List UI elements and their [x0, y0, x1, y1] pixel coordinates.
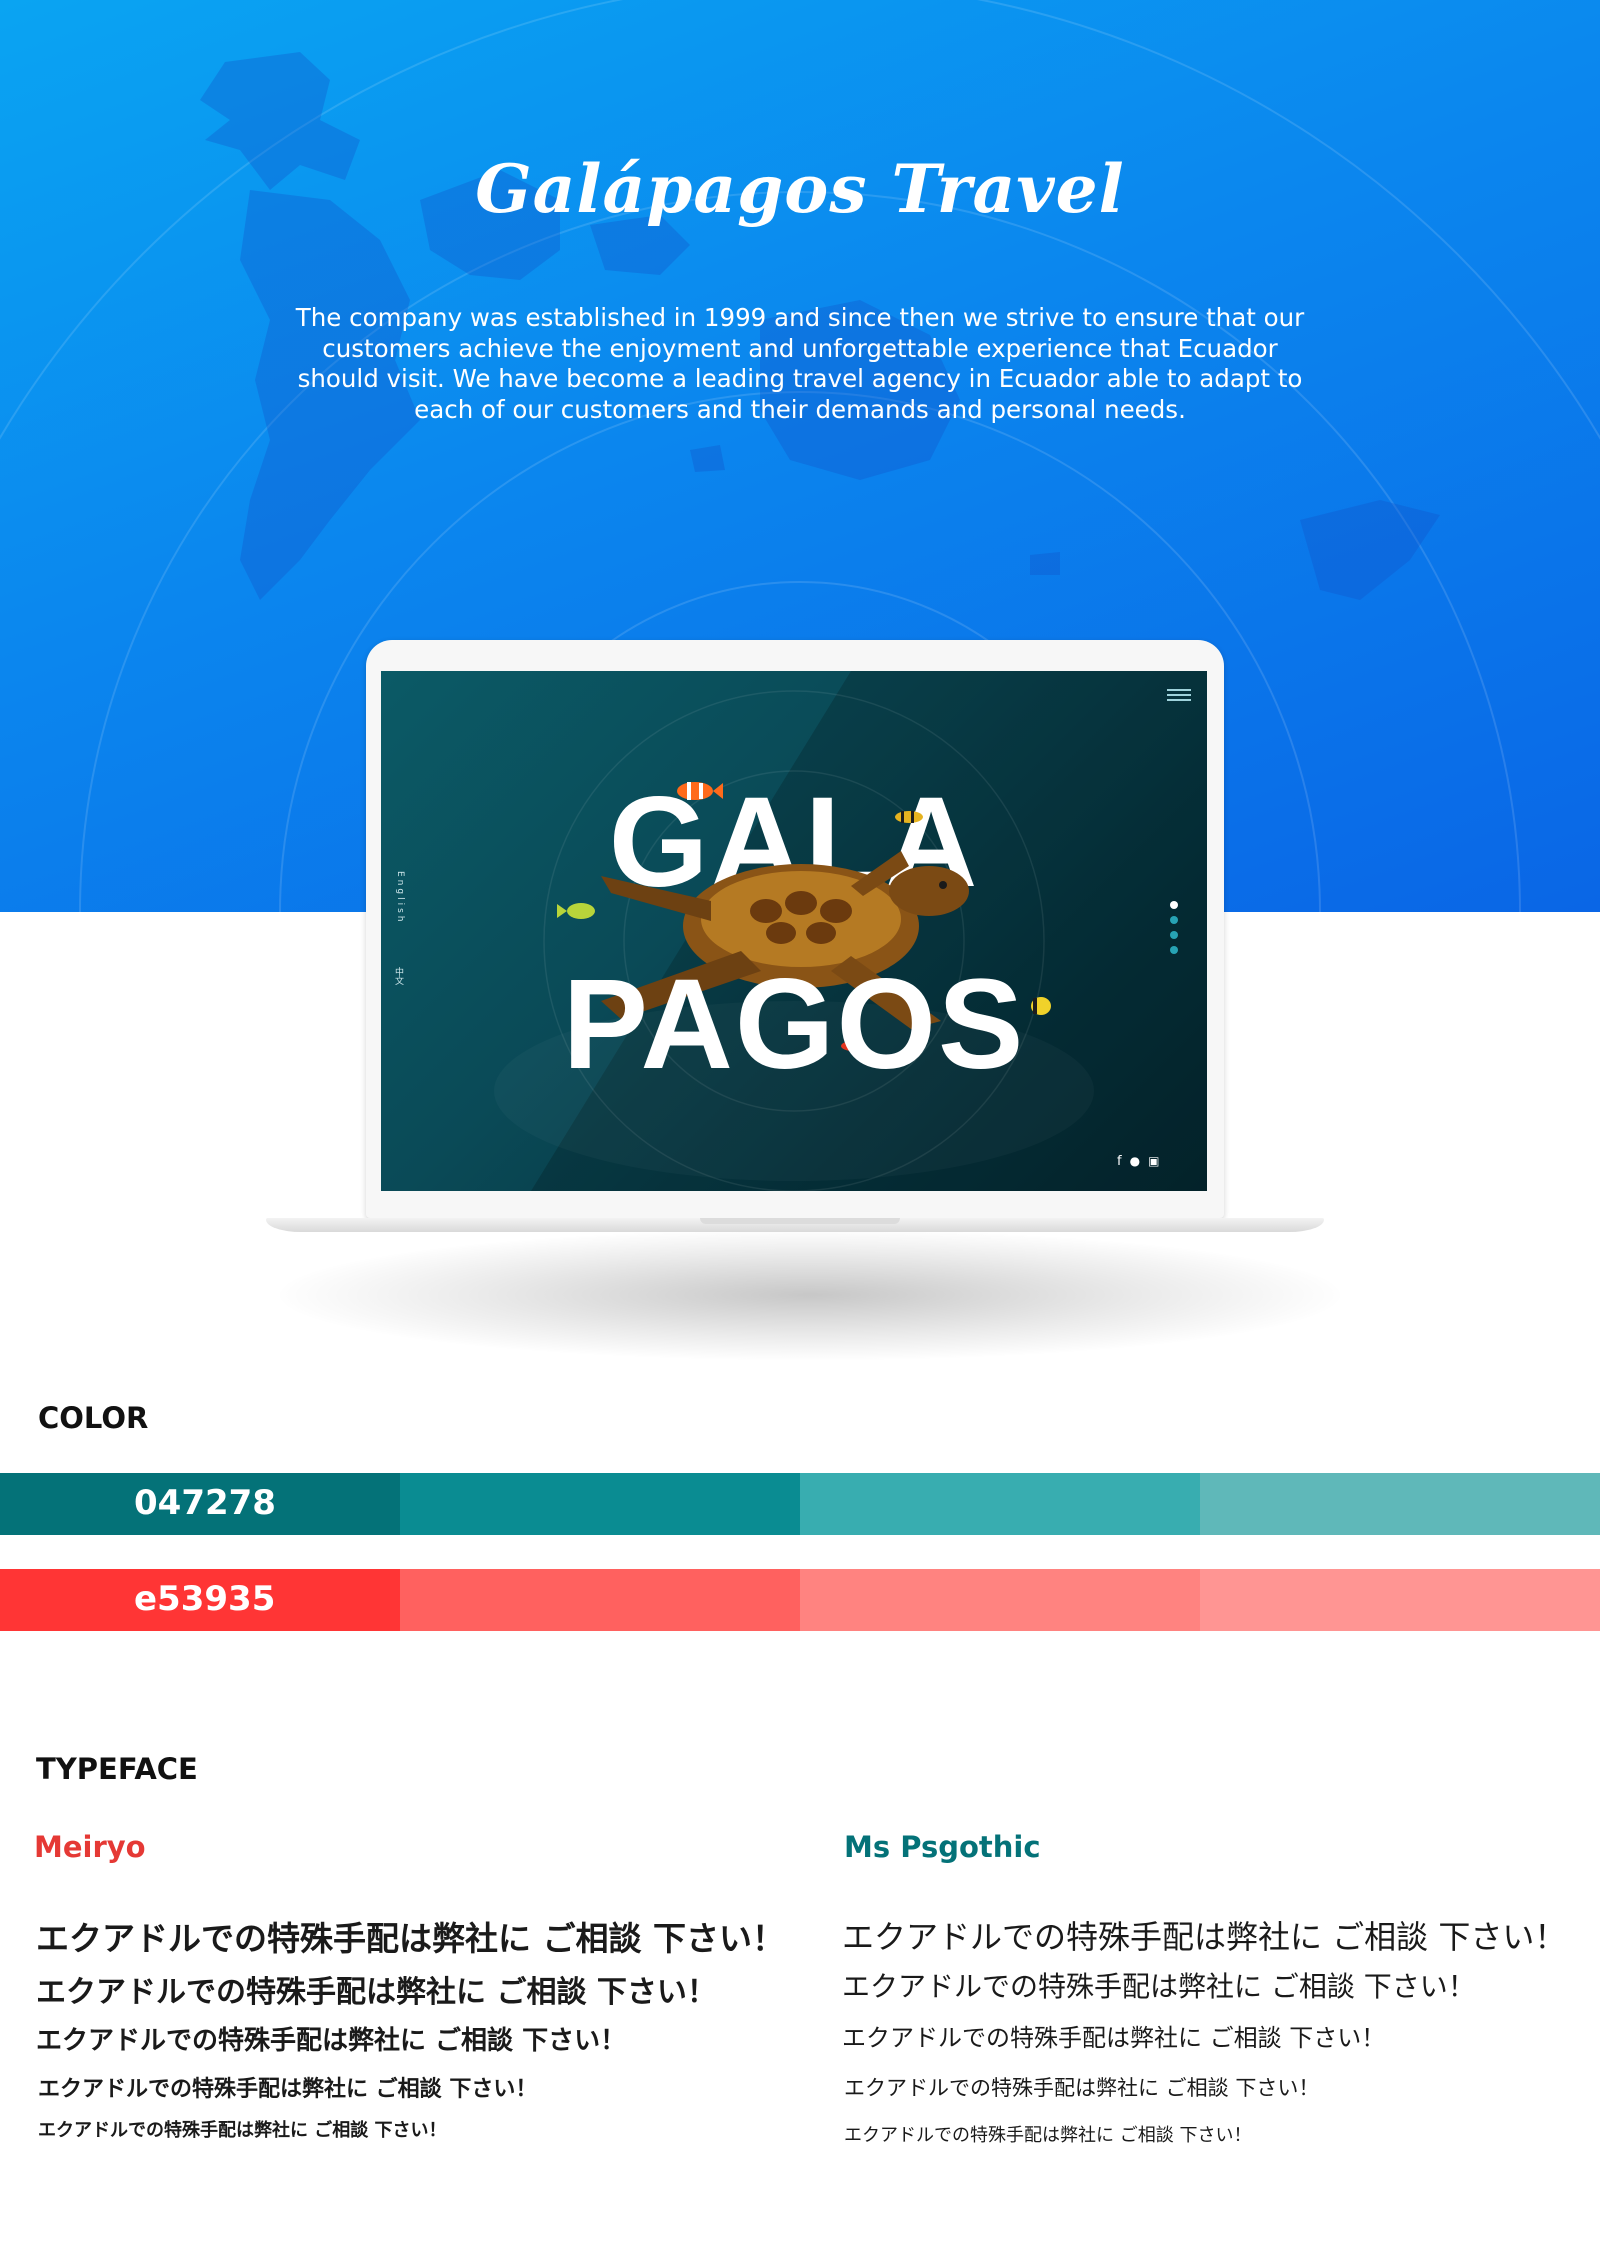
ms-psgothic-sample-2: エクアドルでの特殊手配は弊社に ご相談 下さい！ [842, 1970, 1476, 2003]
twitter-icon[interactable]: ● [1130, 1154, 1140, 1168]
slide-dot-1[interactable] [1170, 901, 1178, 909]
meiryo-sample-2: エクアドルでの特殊手配は弊社に ご相談 下さい！ [36, 1975, 717, 2010]
red-palette: e53935 [0, 1569, 1600, 1631]
teal-hex-label: 047278 [134, 1483, 276, 1523]
laptop-shadow [280, 1230, 1340, 1360]
website-preview-screen: GALA PAGOS English 中文 f ● ▣ [381, 671, 1207, 1191]
headline-pagos: PAGOS [562, 953, 1026, 1096]
ms-psgothic-font-name: Ms Psgothic [844, 1830, 1041, 1864]
company-description: The company was established in 1999 and … [295, 303, 1305, 424]
meiryo-sample-5: エクアドルでの特殊手配は弊社に ご相談 下さい！ [38, 2120, 447, 2141]
hamburger-menu-icon[interactable] [1167, 689, 1191, 703]
brand-title: Galápagos Travel [475, 150, 1125, 228]
red-swatch-1: e53935 [0, 1569, 400, 1631]
ms-psgothic-sample-1: エクアドルでの特殊手配は弊社に ご相談 下さい！ [842, 1918, 1567, 1956]
clownfish-icon [677, 782, 723, 800]
typeface-section-title: TYPEFACE [36, 1752, 198, 1786]
language-english-link[interactable]: English [391, 871, 405, 925]
meiryo-sample-4: エクアドルでの特殊手配は弊社に ご相談 下さい！ [38, 2077, 538, 2102]
yellow-fish-icon [557, 903, 595, 919]
meiryo-font-name: Meiryo [34, 1830, 146, 1864]
social-links: f ● ▣ [1117, 1153, 1159, 1169]
laptop-notch [700, 1218, 900, 1224]
instagram-icon[interactable]: ▣ [1148, 1154, 1159, 1168]
red-swatch-4 [1200, 1569, 1600, 1631]
teal-swatch-4 [1200, 1473, 1600, 1535]
ms-psgothic-sample-4: エクアドルでの特殊手配は弊社に ご相談 下さい！ [844, 2076, 1320, 2100]
meiryo-sample-1: エクアドルでの特殊手配は弊社に ご相談 下さい！ [36, 1919, 785, 1958]
slide-dot-3[interactable] [1170, 931, 1178, 939]
language-chinese-link[interactable]: 中文 [391, 967, 405, 985]
teal-palette: 047278 [0, 1473, 1600, 1535]
facebook-icon[interactable]: f [1117, 1154, 1122, 1169]
ms-psgothic-sample-3: エクアドルでの特殊手配は弊社に ご相談 下さい！ [842, 2024, 1386, 2052]
teal-swatch-3 [800, 1473, 1200, 1535]
sea-turtle-image [557, 782, 1051, 1051]
striped-fish-icon [895, 811, 923, 823]
red-hex-label: e53935 [134, 1579, 276, 1619]
red-swatch-2 [400, 1569, 800, 1631]
red-swatch-3 [800, 1569, 1200, 1631]
color-section-title: COLOR [38, 1401, 149, 1435]
slide-dot-2[interactable] [1170, 916, 1178, 924]
slide-pagination [1170, 901, 1180, 961]
teal-swatch-1: 047278 [0, 1473, 400, 1535]
ms-psgothic-sample-5: エクアドルでの特殊手配は弊社に ご相談 下さい！ [844, 2125, 1252, 2146]
slide-dot-4[interactable] [1170, 946, 1178, 954]
teal-swatch-2 [400, 1473, 800, 1535]
meiryo-sample-3: エクアドルでの特殊手配は弊社に ご相談 下さい！ [36, 2026, 627, 2056]
